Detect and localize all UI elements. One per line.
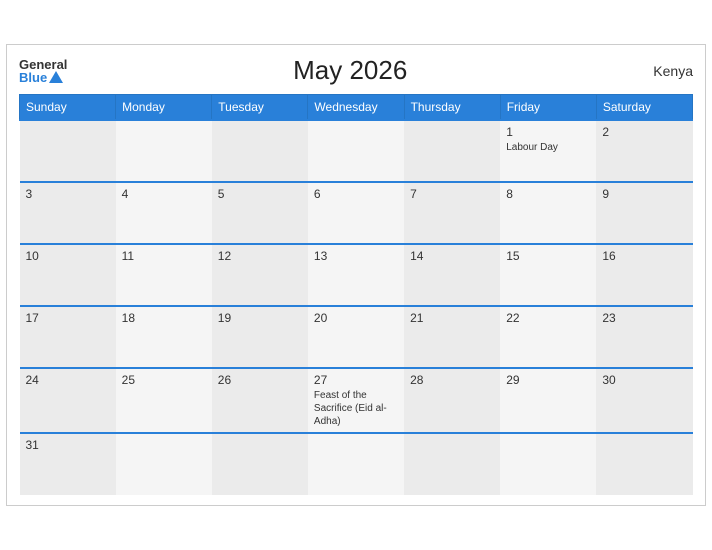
calendar-day-cell: 22: [500, 306, 596, 368]
logo-triangle-icon: [49, 71, 63, 83]
calendar-day-cell: 10: [20, 244, 116, 306]
calendar-header: General Blue May 2026 Kenya: [19, 55, 693, 86]
calendar-day-cell: 24: [20, 368, 116, 433]
calendar-week-row: 1 Labour Day 2: [20, 120, 693, 182]
calendar-day-cell: 2: [596, 120, 692, 182]
calendar-day-cell: [116, 120, 212, 182]
calendar-week-row: 17 18 19 20 21 22 23: [20, 306, 693, 368]
calendar-week-row: 10 11 12 13 14 15 16: [20, 244, 693, 306]
calendar-day-cell: 31: [20, 433, 116, 495]
calendar-day-cell: 16: [596, 244, 692, 306]
calendar-day-cell: [116, 433, 212, 495]
calendar-week-row: 31: [20, 433, 693, 495]
calendar-day-cell: [308, 120, 404, 182]
calendar-title: May 2026: [293, 55, 407, 86]
col-thursday: Thursday: [404, 95, 500, 121]
day-number: 29: [506, 373, 590, 387]
calendar-day-cell: [596, 433, 692, 495]
col-friday: Friday: [500, 95, 596, 121]
calendar-day-cell: [308, 433, 404, 495]
calendar-day-cell: 18: [116, 306, 212, 368]
calendar-day-cell: [404, 120, 500, 182]
day-number: 17: [26, 311, 110, 325]
day-number: 13: [314, 249, 398, 263]
calendar-day-cell: 30: [596, 368, 692, 433]
day-event: Feast of the Sacrifice (Eid al-Adha): [314, 389, 398, 428]
calendar-day-cell: 17: [20, 306, 116, 368]
col-saturday: Saturday: [596, 95, 692, 121]
calendar-day-cell: 21: [404, 306, 500, 368]
calendar-day-cell: 29: [500, 368, 596, 433]
day-number: 4: [122, 187, 206, 201]
logo: General Blue: [19, 58, 67, 84]
calendar-day-cell: 9: [596, 182, 692, 244]
day-number: 30: [602, 373, 686, 387]
calendar-day-cell: 11: [116, 244, 212, 306]
day-number: 18: [122, 311, 206, 325]
calendar-day-cell: [500, 433, 596, 495]
calendar-day-cell: 6: [308, 182, 404, 244]
day-number: 9: [602, 187, 686, 201]
calendar-day-cell: [212, 433, 308, 495]
day-number: 26: [218, 373, 302, 387]
day-number: 16: [602, 249, 686, 263]
calendar-day-cell: 19: [212, 306, 308, 368]
calendar-day-cell: 14: [404, 244, 500, 306]
calendar: General Blue May 2026 Kenya Sunday Monda…: [6, 44, 706, 506]
col-monday: Monday: [116, 95, 212, 121]
day-number: 23: [602, 311, 686, 325]
day-number: 20: [314, 311, 398, 325]
calendar-day-cell: 5: [212, 182, 308, 244]
day-number: 21: [410, 311, 494, 325]
calendar-day-cell: 23: [596, 306, 692, 368]
logo-general-text: General: [19, 58, 67, 71]
calendar-day-cell: 4: [116, 182, 212, 244]
calendar-week-row: 3456789: [20, 182, 693, 244]
day-number: 3: [26, 187, 110, 201]
day-number: 2: [602, 125, 686, 139]
calendar-day-cell: [20, 120, 116, 182]
col-sunday: Sunday: [20, 95, 116, 121]
calendar-table: Sunday Monday Tuesday Wednesday Thursday…: [19, 94, 693, 495]
day-number: 6: [314, 187, 398, 201]
calendar-day-cell: 1 Labour Day: [500, 120, 596, 182]
day-number: 24: [26, 373, 110, 387]
calendar-day-cell: 15: [500, 244, 596, 306]
day-number: 11: [122, 249, 206, 263]
calendar-day-cell: 13: [308, 244, 404, 306]
day-number: 27: [314, 373, 398, 387]
calendar-day-cell: 12: [212, 244, 308, 306]
col-tuesday: Tuesday: [212, 95, 308, 121]
calendar-day-cell: [212, 120, 308, 182]
calendar-day-cell: 26: [212, 368, 308, 433]
day-number: 19: [218, 311, 302, 325]
day-number: 8: [506, 187, 590, 201]
calendar-day-cell: 3: [20, 182, 116, 244]
calendar-day-cell: 20: [308, 306, 404, 368]
day-number: 31: [26, 438, 110, 452]
calendar-day-cell: [404, 433, 500, 495]
day-number: 28: [410, 373, 494, 387]
calendar-day-cell: 28: [404, 368, 500, 433]
calendar-country: Kenya: [633, 63, 693, 79]
day-number: 14: [410, 249, 494, 263]
day-number: 12: [218, 249, 302, 263]
day-event: Labour Day: [506, 141, 590, 154]
day-number: 1: [506, 125, 590, 139]
day-number: 7: [410, 187, 494, 201]
day-number: 25: [122, 373, 206, 387]
weekday-header-row: Sunday Monday Tuesday Wednesday Thursday…: [20, 95, 693, 121]
calendar-day-cell: 25: [116, 368, 212, 433]
day-number: 10: [26, 249, 110, 263]
logo-blue-text: Blue: [19, 71, 63, 84]
day-number: 22: [506, 311, 590, 325]
calendar-week-row: 24 25 26 27 Feast of the Sacrifice (Eid al-A…: [20, 368, 693, 433]
day-number: 15: [506, 249, 590, 263]
day-number: 5: [218, 187, 302, 201]
calendar-day-cell: 27 Feast of the Sacrifice (Eid al-Adha): [308, 368, 404, 433]
calendar-day-cell: 7: [404, 182, 500, 244]
calendar-day-cell: 8: [500, 182, 596, 244]
col-wednesday: Wednesday: [308, 95, 404, 121]
